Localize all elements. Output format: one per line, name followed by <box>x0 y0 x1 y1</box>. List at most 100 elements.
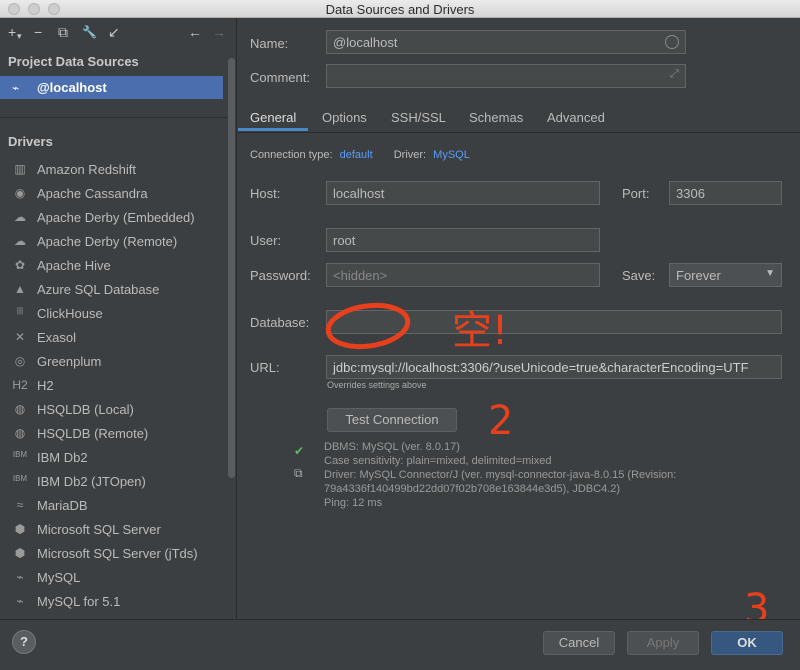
connection-type-row: Connection type: default Driver: MySQL <box>250 149 470 161</box>
add-icon[interactable]: + <box>8 25 16 39</box>
driver-icon: ≈ <box>16 498 24 512</box>
driver-item[interactable]: ◎ Greenplum <box>0 350 228 374</box>
driver-item[interactable]: ▥ Amazon Redshift <box>0 158 228 182</box>
tab-ssh-ssl[interactable]: SSH/SSL <box>391 110 446 125</box>
driver-icon: ◍ <box>14 426 26 440</box>
driver-icon: ☁ <box>14 234 26 248</box>
dialog-footer: ? Cancel Apply OK <box>0 619 800 670</box>
driver-label: Apache Cassandra <box>37 186 148 201</box>
driver-icon: IBM <box>12 450 28 459</box>
driver-link[interactable]: MySQL <box>433 149 470 161</box>
result-line: Case sensitivity: plain=mixed, delimited… <box>324 455 552 467</box>
chevron-down-icon: ▼ <box>765 268 775 279</box>
driver-item[interactable]: ◍ HSQLDB (Local) <box>0 398 228 422</box>
left-toolbar: + ▾ − ⧉ 🔧 ↙ ← → <box>0 18 236 48</box>
tab-bar: General Options SSH/SSL Schemas Advanced <box>238 106 800 132</box>
result-line: 79a4336f140499bd22dd07f02b708e163844e3d5… <box>324 483 621 495</box>
driver-item[interactable]: ≈ MariaDB <box>0 494 228 518</box>
back-arrow-icon[interactable]: ← <box>188 25 202 39</box>
settings-wrench-icon[interactable]: 🔧 <box>82 25 97 39</box>
driver-label: H2 <box>37 378 54 393</box>
driver-item[interactable]: ||| ClickHouse <box>0 302 228 326</box>
name-input[interactable]: @localhost <box>326 30 686 54</box>
driver-item[interactable]: ⬢ Microsoft SQL Server (jTds) <box>0 542 228 566</box>
driver-icon: ✕ <box>14 330 26 344</box>
driver-label: Microsoft SQL Server <box>37 522 161 537</box>
result-line: Driver: MySQL Connector/J (ver. mysql-co… <box>324 469 677 481</box>
driver-item[interactable]: ◉ Apache Cassandra <box>0 182 228 206</box>
driver-icon: ⬢ <box>14 522 26 536</box>
database-label: Database: <box>250 315 310 330</box>
driver-item[interactable]: ⌁ MySQL for 5.1 <box>0 590 228 614</box>
port-input[interactable]: 3306 <box>669 181 782 205</box>
divider <box>0 117 236 118</box>
cancel-button[interactable]: Cancel <box>543 631 615 655</box>
active-tab-indicator <box>238 128 308 131</box>
remove-icon[interactable]: − <box>34 25 42 39</box>
data-source-label: @localhost <box>37 80 107 95</box>
driver-item[interactable]: IBM IBM Db2 (JTOpen) <box>0 470 228 494</box>
save-select-value: Forever <box>676 268 721 283</box>
annotation-empty-note: 空! <box>452 308 509 354</box>
password-input[interactable]: <hidden> <box>326 263 600 287</box>
driver-icon: IBM <box>12 474 28 483</box>
driver-icon: ◍ <box>14 402 26 416</box>
annotation-step-2: 2 <box>488 398 514 444</box>
forward-arrow-icon[interactable]: → <box>212 25 226 39</box>
project-data-sources-header: Project Data Sources <box>8 54 139 69</box>
left-scrollbar[interactable] <box>228 58 235 478</box>
connection-result: DBMS: MySQL (ver. 8.0.17) Case sensitivi… <box>324 440 676 510</box>
driver-item[interactable]: ⬢ Microsoft SQL Server <box>0 518 228 542</box>
driver-item[interactable]: ☁ Apache Derby (Remote) <box>0 230 228 254</box>
color-circle-icon[interactable] <box>665 35 679 49</box>
tab-divider <box>238 132 800 133</box>
tab-schemas[interactable]: Schemas <box>469 110 523 125</box>
left-panel: + ▾ − ⧉ 🔧 ↙ ← → Project Data Sources ⌁ @… <box>0 18 237 619</box>
driver-item[interactable]: H2 H2 <box>0 374 228 398</box>
apply-button[interactable]: Apply <box>627 631 699 655</box>
driver-icon: ||| <box>16 306 24 315</box>
driver-item[interactable]: ⌁ MySQL <box>0 566 228 590</box>
tab-advanced[interactable]: Advanced <box>547 110 605 125</box>
driver-item[interactable]: ◍ HSQLDB (Remote) <box>0 422 228 446</box>
user-input[interactable]: root <box>326 228 600 252</box>
url-input[interactable]: jdbc:mysql://localhost:3306/?useUnicode=… <box>326 355 782 379</box>
ok-button[interactable]: OK <box>711 631 783 655</box>
driver-item[interactable]: ✕ Exasol <box>0 326 228 350</box>
host-label: Host: <box>250 186 281 201</box>
tab-options[interactable]: Options <box>322 110 367 125</box>
name-label: Name: <box>250 36 289 51</box>
result-line: Ping: 12 ms <box>324 497 383 509</box>
url-label: URL: <box>250 360 280 375</box>
duplicate-icon[interactable]: ⧉ <box>58 25 68 39</box>
connection-type-link[interactable]: default <box>340 149 373 161</box>
driver-item[interactable]: ✿ Apache Hive <box>0 254 228 278</box>
driver-icon: ▥ <box>14 162 26 176</box>
data-source-item-localhost[interactable]: ⌁ @localhost <box>0 76 223 99</box>
host-input[interactable]: localhost <box>326 181 600 205</box>
driver-icon: ▲ <box>14 282 26 296</box>
driver-item[interactable]: IBM IBM Db2 <box>0 446 228 470</box>
driver-label: MariaDB <box>37 498 88 513</box>
save-select[interactable]: Forever ▼ <box>669 263 782 287</box>
import-icon[interactable]: ↙ <box>108 25 120 39</box>
driver-icon: ✿ <box>14 258 26 272</box>
driver-item[interactable]: ▲ Azure SQL Database <box>0 278 228 302</box>
user-label: User: <box>250 233 282 248</box>
test-connection-button[interactable]: Test Connection <box>327 408 457 432</box>
tab-general[interactable]: General <box>250 110 296 125</box>
driver-label: Amazon Redshift <box>37 162 136 177</box>
drivers-header: Drivers <box>8 134 53 149</box>
copy-icon[interactable]: ⧉ <box>294 466 303 481</box>
driver-icon: ☁ <box>14 210 26 224</box>
help-icon[interactable]: ? <box>12 630 36 654</box>
driver-item[interactable]: ☁ Apache Derby (Embedded) <box>0 206 228 230</box>
driver-label: HSQLDB (Local) <box>37 402 134 417</box>
add-dropdown-icon[interactable]: ▾ <box>17 29 22 43</box>
save-label: Save: <box>622 268 656 283</box>
expand-icon[interactable]: ⤢ <box>670 68 679 81</box>
url-hint: Overrides settings above <box>327 380 427 390</box>
connection-type-label: Connection type: <box>250 149 333 161</box>
driver-label: Exasol <box>37 330 77 345</box>
comment-input[interactable] <box>326 64 686 88</box>
